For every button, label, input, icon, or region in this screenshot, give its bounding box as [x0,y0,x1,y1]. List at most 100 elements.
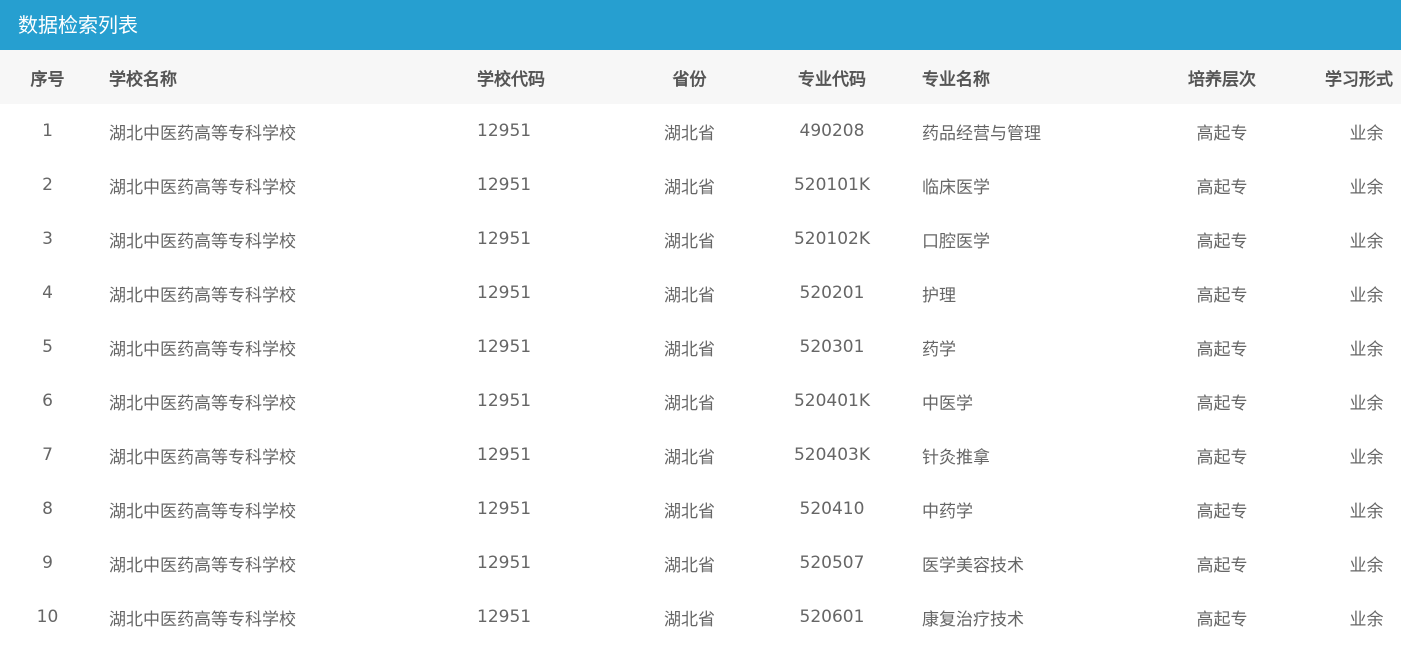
cell-study-mode: 业余 [1349,501,1384,522]
cell-seq: 8 [42,499,53,519]
header-school-code: 学校代码 [477,69,545,90]
table-body: 1 湖北中医药高等专科学校 12951 湖北省 490208 药品经营与管理 高起专 业余 2 湖… [0,104,1401,644]
cell-study-mode: 业余 [1349,231,1384,252]
cell-province: 湖北省 [664,123,715,144]
cell-school-name: 湖北中医药高等专科学校 [109,393,296,414]
cell-study-mode: 业余 [1349,123,1384,144]
cell-major-name: 中医学 [922,393,973,414]
header-row: 序号 学校名称 学校代码 省份 专业代码 专业名称 培养层次 学习形式 [0,50,1401,104]
cell-study-mode: 业余 [1349,609,1384,630]
cell-seq: 6 [42,391,53,411]
cell-major-code: 520101K [793,175,871,195]
cell-school-name: 湖北中医药高等专科学校 [109,447,296,468]
header-school-name: 学校名称 [109,69,177,90]
cell-seq: 4 [42,283,53,303]
cell-school-code: 12951 [477,229,532,249]
table-header: 序号 学校名称 学校代码 省份 专业代码 专业名称 培养层次 学习形式 [0,50,1401,104]
cell-level: 高起专 [1196,231,1248,252]
table-row: 10 湖北中医药高等专科学校 12951 湖北省 520601 康复治疗技术 高起专 业余 [0,590,1401,644]
cell-province: 湖北省 [664,393,715,414]
cell-level: 高起专 [1196,285,1248,306]
cell-school-code: 12951 [477,283,532,303]
cell-major-name: 临床医学 [922,177,990,198]
header-province: 省份 [672,69,707,90]
cell-seq: 2 [42,175,53,195]
cell-school-name: 湖北中医药高等专科学校 [109,123,296,144]
table-row: 9 湖北中医药高等专科学校 12951 湖北省 520507 医学美容技术 高起专 业余 [0,536,1401,590]
cell-level: 高起专 [1196,393,1248,414]
cell-school-name: 湖北中医药高等专科学校 [109,177,296,198]
cell-major-name: 药学 [922,339,956,360]
cell-school-code: 12951 [477,607,532,627]
cell-major-name: 药品经营与管理 [922,123,1041,144]
table-row: 4 湖北中医药高等专科学校 12951 湖北省 520201 护理 高起专 业余 [0,266,1401,320]
cell-province: 湖北省 [664,555,715,576]
cell-major-code: 520403K [793,445,871,465]
cell-school-code: 12951 [477,121,532,141]
cell-province: 湖北省 [664,501,715,522]
cell-study-mode: 业余 [1349,177,1384,198]
cell-seq: 1 [42,121,53,141]
results-table: 序号 学校名称 学校代码 省份 专业代码 专业名称 培养层次 学习形式 1 湖北中… [0,50,1401,644]
cell-major-name: 中药学 [922,501,973,522]
cell-major-code: 520410 [799,499,865,519]
header-major-name: 专业名称 [922,69,990,90]
cell-school-code: 12951 [477,391,532,411]
cell-major-name: 医学美容技术 [922,555,1024,576]
cell-province: 湖北省 [664,177,715,198]
cell-school-name: 湖北中医药高等专科学校 [109,555,296,576]
cell-study-mode: 业余 [1349,393,1384,414]
cell-school-name: 湖北中医药高等专科学校 [109,285,296,306]
table-row: 6 湖北中医药高等专科学校 12951 湖北省 520401K 中医学 高起专 业余 [0,374,1401,428]
cell-seq: 7 [42,445,53,465]
cell-level: 高起专 [1196,501,1248,522]
cell-school-name: 湖北中医药高等专科学校 [109,339,296,360]
cell-level: 高起专 [1196,123,1248,144]
cell-province: 湖北省 [664,231,715,252]
cell-major-name: 口腔医学 [922,231,990,252]
data-search-panel: 数据检索列表 序号 学校名称 学校代码 省份 专业代码 专业名称 培养层次 学习… [0,0,1401,648]
cell-major-name: 康复治疗技术 [922,609,1024,630]
cell-school-name: 湖北中医药高等专科学校 [109,609,296,630]
cell-school-name: 湖北中医药高等专科学校 [109,501,296,522]
cell-study-mode: 业余 [1349,285,1384,306]
cell-seq: 9 [42,553,53,573]
cell-major-code: 520301 [799,337,865,357]
cell-study-mode: 业余 [1349,447,1384,468]
header-seq: 序号 [30,69,65,90]
cell-major-code: 520201 [799,283,865,303]
cell-province: 湖北省 [664,609,715,630]
cell-major-code: 490208 [799,121,865,141]
cell-study-mode: 业余 [1349,339,1384,360]
cell-major-code: 520507 [799,553,865,573]
table-row: 8 湖北中医药高等专科学校 12951 湖北省 520410 中药学 高起专 业余 [0,482,1401,536]
cell-level: 高起专 [1196,447,1248,468]
cell-seq: 5 [42,337,53,357]
header-level: 培养层次 [1188,69,1256,90]
cell-major-code: 520601 [799,607,865,627]
table-row: 2 湖北中医药高等专科学校 12951 湖北省 520101K 临床医学 高起专 业余 [0,158,1401,212]
cell-school-name: 湖北中医药高等专科学校 [109,231,296,252]
cell-province: 湖北省 [664,339,715,360]
panel-title: 数据检索列表 [0,0,1401,50]
cell-major-code: 520401K [793,391,871,411]
cell-major-code: 520102K [793,229,871,249]
table-row: 3 湖北中医药高等专科学校 12951 湖北省 520102K 口腔医学 高起专 业余 [0,212,1401,266]
cell-seq: 3 [42,229,53,249]
cell-study-mode: 业余 [1349,555,1384,576]
cell-level: 高起专 [1196,177,1248,198]
cell-major-name: 针灸推拿 [922,447,990,468]
cell-school-code: 12951 [477,445,532,465]
cell-school-code: 12951 [477,553,532,573]
cell-seq: 10 [36,607,59,627]
header-study-mode: 学习形式 [1325,69,1393,90]
table-row: 7 湖北中医药高等专科学校 12951 湖北省 520403K 针灸推拿 高起专 业余 [0,428,1401,482]
table-row: 5 湖北中医药高等专科学校 12951 湖北省 520301 药学 高起专 业余 [0,320,1401,374]
cell-school-code: 12951 [477,499,532,519]
cell-level: 高起专 [1196,555,1248,576]
cell-school-code: 12951 [477,337,532,357]
cell-major-name: 护理 [922,285,956,306]
cell-school-code: 12951 [477,175,532,195]
cell-level: 高起专 [1196,609,1248,630]
cell-province: 湖北省 [664,447,715,468]
